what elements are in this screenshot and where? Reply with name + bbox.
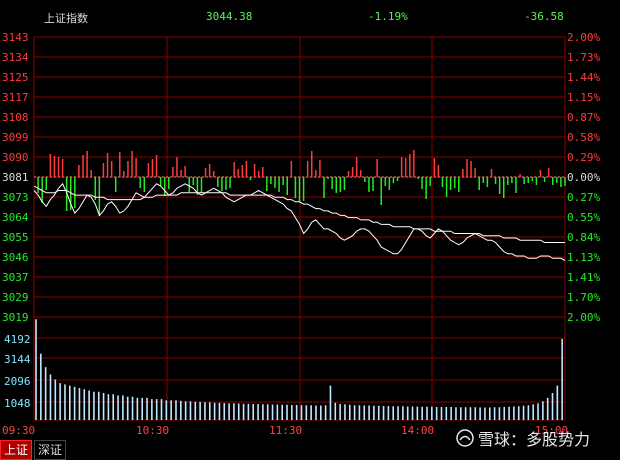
- percent-tick-label: 2.00%: [567, 31, 600, 44]
- percent-tick-label: 1.41%: [567, 271, 600, 284]
- snowball-logo-icon: [456, 429, 474, 447]
- price-tick-label: 3143: [2, 31, 29, 44]
- percent-tick-label: 1.15%: [567, 91, 600, 104]
- price-tick-label: 3134: [2, 51, 29, 64]
- percent-tick-label: 2.00%: [567, 311, 600, 324]
- percent-tick-label: 0.00%: [567, 171, 600, 184]
- price-tick-label: 3019: [2, 311, 29, 324]
- price-tick-label: 3090: [2, 151, 29, 164]
- price-tick-label: 3125: [2, 71, 29, 84]
- watermark-text: 雪球：多股势力: [478, 430, 591, 449]
- price-tick-label: 3029: [2, 291, 29, 304]
- price-tick-label: 3081: [2, 171, 29, 184]
- watermark: 雪球：多股势力: [456, 428, 591, 449]
- price-tick-label: 3046: [2, 251, 29, 264]
- price-tick-label: 3117: [2, 91, 29, 104]
- price-tick-label: 3037: [2, 271, 29, 284]
- intraday-chart: 3143 2.00% 3134 1.73% 3125 1.44% 3117 1.15% 3108…: [2, 31, 600, 437]
- volume-tick-label: 2096: [4, 375, 31, 388]
- percent-tick-label: 1.70%: [567, 291, 600, 304]
- price-tick-label: 3073: [2, 191, 29, 204]
- time-tick-label: 14:00: [401, 424, 434, 437]
- percent-tick-label: 0.29%: [567, 151, 600, 164]
- volume-tick-label: 4192: [4, 333, 31, 346]
- time-tick-label: 11:30: [269, 424, 302, 437]
- volume-tick-label: 3144: [4, 353, 31, 366]
- percent-tick-label: 0.84%: [567, 231, 600, 244]
- price-tick-label: 3055: [2, 231, 29, 244]
- percent-tick-label: 0.87%: [567, 111, 600, 124]
- time-tick-label: 09:30: [2, 424, 35, 437]
- percent-tick-label: 1.13%: [567, 251, 600, 264]
- tab-shanghai[interactable]: 上证: [0, 440, 33, 460]
- time-tick-label: 10:30: [136, 424, 169, 437]
- percent-tick-label: 0.58%: [567, 131, 600, 144]
- price-tick-label: 3099: [2, 131, 29, 144]
- volume-tick-label: 1048: [4, 397, 31, 410]
- percent-tick-label: 0.27%: [567, 191, 600, 204]
- price-tick-label: 3064: [2, 211, 29, 224]
- tab-shenzhen[interactable]: 深证: [34, 440, 67, 460]
- price-tick-label: 3108: [2, 111, 29, 124]
- percent-tick-label: 1.44%: [567, 71, 600, 84]
- percent-tick-label: 0.55%: [567, 211, 600, 224]
- percent-tick-label: 1.73%: [567, 51, 600, 64]
